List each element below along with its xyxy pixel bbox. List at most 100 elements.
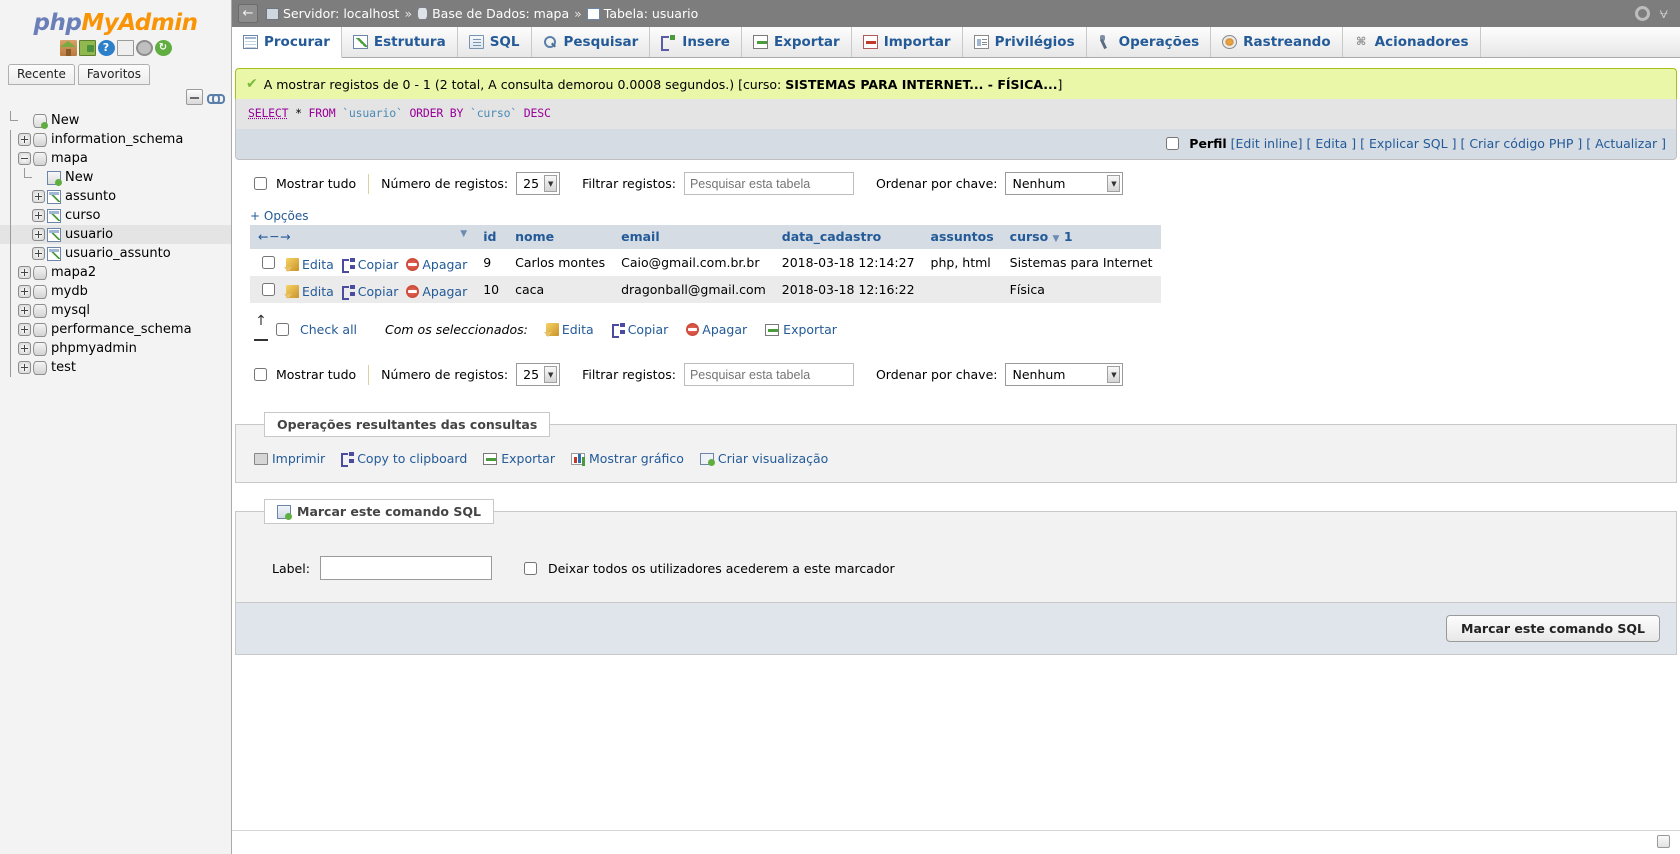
breadcrumb-server[interactable]: Servidor: localhost — [283, 6, 399, 21]
tab-acionadores[interactable]: ⌘ Acionadores — [1342, 27, 1481, 57]
tab-privilegios[interactable]: Privilégios — [962, 27, 1087, 57]
tab-importar[interactable]: Importar — [851, 27, 963, 57]
num-rows-select-bottom[interactable]: 25 ▼ — [516, 363, 561, 386]
settings-icon[interactable] — [135, 40, 153, 56]
row-edit-link[interactable]: Edita — [283, 284, 334, 299]
exit-icon[interactable] — [78, 40, 96, 56]
tree-item-mysql[interactable]: mysql — [0, 301, 231, 320]
sort-select-top[interactable]: Nenhum ▼ — [1005, 172, 1124, 195]
expand-icon[interactable] — [32, 228, 45, 241]
profile-checkbox[interactable] — [1166, 137, 1180, 150]
docs-icon[interactable] — [116, 40, 134, 56]
phpmyadmin-logo[interactable]: phpMyAdmin — [0, 0, 231, 38]
row-edit-link[interactable]: Edita — [283, 257, 334, 272]
tab-favoritos[interactable]: Favoritos — [77, 64, 151, 85]
check-all-checkbox[interactable] — [276, 322, 289, 336]
row-copy-link[interactable]: Copiar — [341, 257, 398, 273]
row-delete-link[interactable]: Apagar — [406, 284, 467, 299]
ops-criar-visualizacao-link[interactable]: Criar visualização — [699, 451, 828, 466]
tab-recente[interactable]: Recente — [8, 64, 75, 85]
results-header-data_cadastro[interactable]: data_cadastro — [773, 225, 923, 249]
expand-icon[interactable] — [18, 342, 31, 355]
sql-query-display[interactable]: SELECT * FROM `usuario` ORDER BY `curso`… — [235, 99, 1677, 129]
tree-item-new[interactable]: New — [0, 168, 231, 187]
ops-imprimir-link[interactable]: Imprimir — [254, 451, 325, 466]
show-all-label-top[interactable]: Mostrar tudo — [276, 176, 356, 191]
results-header-curso[interactable]: curso ▼ 1 — [1001, 225, 1161, 249]
check-all-label[interactable]: Check all — [300, 322, 357, 337]
expand-icon[interactable] — [18, 266, 31, 279]
resize-handle-icon[interactable] — [1657, 835, 1670, 848]
row-select-checkbox[interactable] — [262, 283, 275, 296]
expand-icon[interactable] — [18, 323, 31, 336]
ops-copy-to-clipboard-link[interactable]: Copy to clipboard — [341, 451, 467, 467]
collapse-icon[interactable]: ⩝ — [1660, 6, 1668, 21]
tab-estrutura[interactable]: Estrutura — [341, 27, 458, 57]
tab-operacoes[interactable]: Operações — [1086, 27, 1212, 57]
tree-item-mapa[interactable]: mapa — [0, 149, 231, 168]
bulk-exportar-link[interactable]: Exportar — [765, 322, 837, 337]
expand-icon[interactable] — [18, 361, 31, 374]
gear-icon[interactable] — [1634, 6, 1650, 21]
edit-inline-link[interactable]: Edit inline — [1236, 136, 1298, 151]
breadcrumb-table[interactable]: Tabela: usuario — [604, 6, 698, 21]
results-header-assuntos[interactable]: assuntos — [922, 225, 1002, 249]
header-sort-caret[interactable]: ▼ — [460, 229, 467, 239]
create-php-code-link[interactable]: Criar código PHP — [1469, 136, 1573, 151]
expand-icon[interactable] — [32, 209, 45, 222]
table-row[interactable]: Edita Copiar Apagar 9 Carlos montes Caio@gm… — [250, 249, 1161, 276]
tree-item-new[interactable]: New — [0, 111, 231, 130]
tree-item-assunto[interactable]: assunto — [0, 187, 231, 206]
help-icon[interactable]: ? — [97, 40, 115, 56]
show-all-checkbox-bottom[interactable] — [254, 368, 267, 381]
sort-up-arrow[interactable]: ↑ — [250, 313, 272, 345]
bulk-edita-link[interactable]: Edita — [543, 322, 594, 337]
filter-input-top[interactable] — [683, 172, 854, 195]
table-row[interactable]: Edita Copiar Apagar 10 caca dragonball@gmai… — [250, 276, 1161, 303]
breadcrumb-database[interactable]: Base de Dados: mapa — [432, 6, 569, 21]
tab-rastreando[interactable]: Rastreando — [1211, 27, 1343, 57]
tree-item-mapa2[interactable]: mapa2 — [0, 263, 231, 282]
bookmark-label-input[interactable] — [319, 556, 492, 580]
ops-exportar-link[interactable]: Exportar — [483, 451, 555, 466]
show-all-label-bottom[interactable]: Mostrar tudo — [276, 367, 356, 382]
expand-icon[interactable] — [18, 285, 31, 298]
bulk-copiar-link[interactable]: Copiar — [611, 322, 668, 338]
expand-icon[interactable] — [32, 190, 45, 203]
bulk-apagar-link[interactable]: Apagar — [686, 322, 747, 337]
collapse-icon[interactable] — [18, 152, 31, 165]
row-select-checkbox[interactable] — [262, 256, 275, 269]
explain-sql-link[interactable]: Explicar SQL — [1369, 136, 1448, 151]
refresh-link[interactable]: Actualizar — [1595, 136, 1657, 151]
link-with-main-panel-icon[interactable] — [207, 90, 225, 104]
tab-exportar[interactable]: Exportar — [741, 27, 852, 57]
tree-item-mydb[interactable]: mydb — [0, 282, 231, 301]
tree-item-test[interactable]: test — [0, 358, 231, 377]
tab-sql[interactable]: SQL — [457, 27, 532, 57]
back-button[interactable]: ← — [238, 4, 258, 23]
expand-icon[interactable] — [18, 304, 31, 317]
options-toggle-link[interactable]: + Opções — [250, 209, 309, 223]
ops-mostrar-grafico-link[interactable]: Mostrar gráfico — [570, 451, 684, 466]
results-header-email[interactable]: email — [613, 225, 774, 249]
sort-select-bottom[interactable]: Nenhum ▼ — [1005, 363, 1124, 386]
results-header-nome[interactable]: nome — [507, 225, 614, 249]
bookmark-submit-button[interactable]: Marcar este comando SQL — [1446, 615, 1660, 642]
bookmark-share-checkbox[interactable] — [523, 561, 537, 575]
refresh-icon[interactable]: ↻ — [154, 40, 172, 56]
num-rows-select-top[interactable]: 25 ▼ — [516, 172, 561, 195]
expand-icon[interactable] — [32, 247, 45, 260]
show-all-checkbox-top[interactable] — [254, 177, 267, 190]
tab-pesquisar[interactable]: Pesquisar — [531, 27, 651, 57]
tree-item-phpmyadmin[interactable]: phpmyadmin — [0, 339, 231, 358]
tree-item-performance-schema[interactable]: performance_schema — [0, 320, 231, 339]
expand-icon[interactable] — [18, 133, 31, 146]
filter-input-bottom[interactable] — [683, 363, 854, 386]
tree-item-information-schema[interactable]: information_schema — [0, 130, 231, 149]
row-copy-link[interactable]: Copiar — [341, 284, 398, 300]
tree-item-usuario-assunto[interactable]: usuario_assunto — [0, 244, 231, 263]
row-delete-link[interactable]: Apagar — [406, 257, 467, 272]
home-icon[interactable] — [59, 40, 77, 56]
collapse-all-icon[interactable] — [186, 89, 203, 105]
tab-procurar[interactable]: Procurar — [232, 27, 342, 58]
